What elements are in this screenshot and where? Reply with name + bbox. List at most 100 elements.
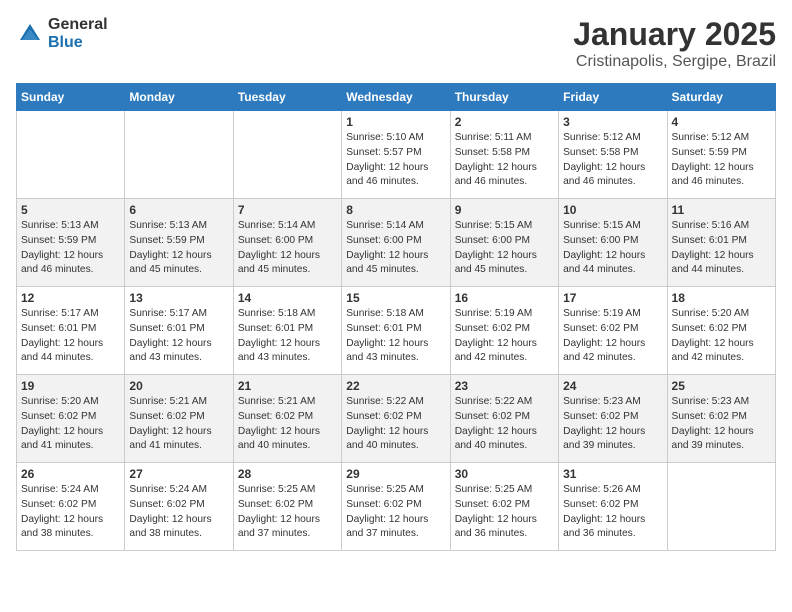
day-number: 4 — [672, 115, 771, 129]
day-info: Sunrise: 5:13 AMSunset: 5:59 PMDaylight:… — [21, 219, 120, 278]
day-info: Sunrise: 5:19 AMSunset: 6:02 PMDaylight:… — [563, 307, 662, 366]
calendar-cell: 23 Sunrise: 5:22 AMSunset: 6:02 PMDayligh… — [450, 375, 558, 463]
day-number: 22 — [346, 379, 445, 393]
day-info: Sunrise: 5:17 AMSunset: 6:01 PMDaylight:… — [129, 307, 228, 366]
day-number: 18 — [672, 291, 771, 305]
day-number: 26 — [21, 467, 120, 481]
day-info: Sunrise: 5:25 AMSunset: 6:02 PMDaylight:… — [238, 483, 337, 542]
day-info: Sunrise: 5:22 AMSunset: 6:02 PMDaylight:… — [455, 395, 554, 454]
day-info: Sunrise: 5:15 AMSunset: 6:00 PMDaylight:… — [563, 219, 662, 278]
day-info: Sunrise: 5:10 AMSunset: 5:57 PMDaylight:… — [346, 131, 445, 190]
day-number: 25 — [672, 379, 771, 393]
calendar-week-row: 26 Sunrise: 5:24 AMSunset: 6:02 PMDayligh… — [17, 463, 776, 551]
calendar-cell: 6 Sunrise: 5:13 AMSunset: 5:59 PMDaylight… — [125, 199, 233, 287]
weekday-header: Wednesday — [342, 84, 450, 111]
page-header: General Blue January 2025 Cristinapolis,… — [16, 16, 776, 71]
day-number: 6 — [129, 203, 228, 217]
calendar-cell: 29 Sunrise: 5:25 AMSunset: 6:02 PMDayligh… — [342, 463, 450, 551]
weekday-header: Tuesday — [233, 84, 341, 111]
calendar-cell: 8 Sunrise: 5:14 AMSunset: 6:00 PMDaylight… — [342, 199, 450, 287]
calendar-cell: 10Sunrise: 5:15 AMSunset: 6:00 PMDayligh… — [559, 199, 667, 287]
day-info: Sunrise: 5:25 AMSunset: 6:02 PMDaylight:… — [455, 483, 554, 542]
day-number: 27 — [129, 467, 228, 481]
calendar-cell: 12 Sunrise: 5:17 AMSunset: 6:01 PMDayligh… — [17, 287, 125, 375]
logo-blue: Blue — [48, 34, 108, 52]
day-number: 30 — [455, 467, 554, 481]
day-number: 13 — [129, 291, 228, 305]
day-number: 15 — [346, 291, 445, 305]
logo-general: General — [48, 16, 108, 34]
calendar-cell — [233, 111, 341, 199]
calendar-cell: 17 Sunrise: 5:19 AMSunset: 6:02 PMDayligh… — [559, 287, 667, 375]
day-info: Sunrise: 5:25 AMSunset: 6:02 PMDaylight:… — [346, 483, 445, 542]
day-info: Sunrise: 5:20 AMSunset: 6:02 PMDaylight:… — [672, 307, 771, 366]
day-number: 12 — [21, 291, 120, 305]
calendar-cell: 31 Sunrise: 5:26 AMSunset: 6:02 PMDayligh… — [559, 463, 667, 551]
logo: General Blue — [16, 16, 108, 51]
calendar-cell: 15Sunrise: 5:18 AMSunset: 6:01 PMDayligh… — [342, 287, 450, 375]
calendar-cell: 3 Sunrise: 5:12 AMSunset: 5:58 PMDaylight… — [559, 111, 667, 199]
day-info: Sunrise: 5:20 AMSunset: 6:02 PMDaylight:… — [21, 395, 120, 454]
calendar-cell — [17, 111, 125, 199]
weekday-header: Thursday — [450, 84, 558, 111]
day-info: Sunrise: 5:24 AMSunset: 6:02 PMDaylight:… — [129, 483, 228, 542]
day-number: 31 — [563, 467, 662, 481]
day-info: Sunrise: 5:14 AMSunset: 6:00 PMDaylight:… — [346, 219, 445, 278]
day-number: 8 — [346, 203, 445, 217]
calendar-cell: 27 Sunrise: 5:24 AMSunset: 6:02 PMDayligh… — [125, 463, 233, 551]
title-block: January 2025 Cristinapolis, Sergipe, Bra… — [573, 16, 776, 71]
weekday-header: Friday — [559, 84, 667, 111]
calendar-cell: 24 Sunrise: 5:23 AMSunset: 6:02 PMDayligh… — [559, 375, 667, 463]
day-number: 3 — [563, 115, 662, 129]
calendar-cell: 25Sunrise: 5:23 AMSunset: 6:02 PMDayligh… — [667, 375, 775, 463]
day-info: Sunrise: 5:24 AMSunset: 6:02 PMDaylight:… — [21, 483, 120, 542]
day-info: Sunrise: 5:16 AMSunset: 6:01 PMDaylight:… — [672, 219, 771, 278]
calendar-subtitle: Cristinapolis, Sergipe, Brazil — [573, 53, 776, 71]
calendar-cell: 9 Sunrise: 5:15 AMSunset: 6:00 PMDaylight… — [450, 199, 558, 287]
calendar-cell: 4 Sunrise: 5:12 AMSunset: 5:59 PMDaylight… — [667, 111, 775, 199]
day-info: Sunrise: 5:15 AMSunset: 6:00 PMDaylight:… — [455, 219, 554, 278]
weekday-header: Saturday — [667, 84, 775, 111]
day-info: Sunrise: 5:13 AMSunset: 5:59 PMDaylight:… — [129, 219, 228, 278]
calendar-cell: 2Sunrise: 5:11 AMSunset: 5:58 PMDaylight… — [450, 111, 558, 199]
day-number: 9 — [455, 203, 554, 217]
day-number: 19 — [21, 379, 120, 393]
calendar-cell: 11 Sunrise: 5:16 AMSunset: 6:01 PMDayligh… — [667, 199, 775, 287]
day-number: 28 — [238, 467, 337, 481]
calendar-cell: 21Sunrise: 5:21 AMSunset: 6:02 PMDayligh… — [233, 375, 341, 463]
day-number: 29 — [346, 467, 445, 481]
day-info: Sunrise: 5:17 AMSunset: 6:01 PMDaylight:… — [21, 307, 120, 366]
calendar-cell — [667, 463, 775, 551]
day-number: 20 — [129, 379, 228, 393]
calendar-week-row: 19 Sunrise: 5:20 AMSunset: 6:02 PMDayligh… — [17, 375, 776, 463]
calendar-cell: 16 Sunrise: 5:19 AMSunset: 6:02 PMDayligh… — [450, 287, 558, 375]
day-number: 23 — [455, 379, 554, 393]
calendar-week-row: 1 Sunrise: 5:10 AMSunset: 5:57 PMDaylight… — [17, 111, 776, 199]
day-number: 1 — [346, 115, 445, 129]
day-number: 17 — [563, 291, 662, 305]
day-number: 16 — [455, 291, 554, 305]
day-info: Sunrise: 5:23 AMSunset: 6:02 PMDaylight:… — [563, 395, 662, 454]
day-number: 11 — [672, 203, 771, 217]
day-number: 14 — [238, 291, 337, 305]
day-info: Sunrise: 5:21 AMSunset: 6:02 PMDaylight:… — [238, 395, 337, 454]
calendar-cell: 22Sunrise: 5:22 AMSunset: 6:02 PMDayligh… — [342, 375, 450, 463]
day-info: Sunrise: 5:12 AMSunset: 5:58 PMDaylight:… — [563, 131, 662, 190]
day-number: 7 — [238, 203, 337, 217]
day-info: Sunrise: 5:11 AMSunset: 5:58 PMDaylight:… — [455, 131, 554, 190]
calendar-cell: 14 Sunrise: 5:18 AMSunset: 6:01 PMDayligh… — [233, 287, 341, 375]
calendar-cell: 5Sunrise: 5:13 AMSunset: 5:59 PMDaylight… — [17, 199, 125, 287]
calendar-cell: 18 Sunrise: 5:20 AMSunset: 6:02 PMDayligh… — [667, 287, 775, 375]
day-info: Sunrise: 5:26 AMSunset: 6:02 PMDaylight:… — [563, 483, 662, 542]
calendar-cell: 7Sunrise: 5:14 AMSunset: 6:00 PMDaylight… — [233, 199, 341, 287]
calendar-table: SundayMondayTuesdayWednesdayThursdayFrid… — [16, 83, 776, 551]
day-info: Sunrise: 5:18 AMSunset: 6:01 PMDaylight:… — [238, 307, 337, 366]
day-number: 24 — [563, 379, 662, 393]
weekday-header: Monday — [125, 84, 233, 111]
day-info: Sunrise: 5:12 AMSunset: 5:59 PMDaylight:… — [672, 131, 771, 190]
calendar-week-row: 12 Sunrise: 5:17 AMSunset: 6:01 PMDayligh… — [17, 287, 776, 375]
day-info: Sunrise: 5:19 AMSunset: 6:02 PMDaylight:… — [455, 307, 554, 366]
calendar-cell: 20Sunrise: 5:21 AMSunset: 6:02 PMDayligh… — [125, 375, 233, 463]
weekday-header: Sunday — [17, 84, 125, 111]
calendar-week-row: 5Sunrise: 5:13 AMSunset: 5:59 PMDaylight… — [17, 199, 776, 287]
